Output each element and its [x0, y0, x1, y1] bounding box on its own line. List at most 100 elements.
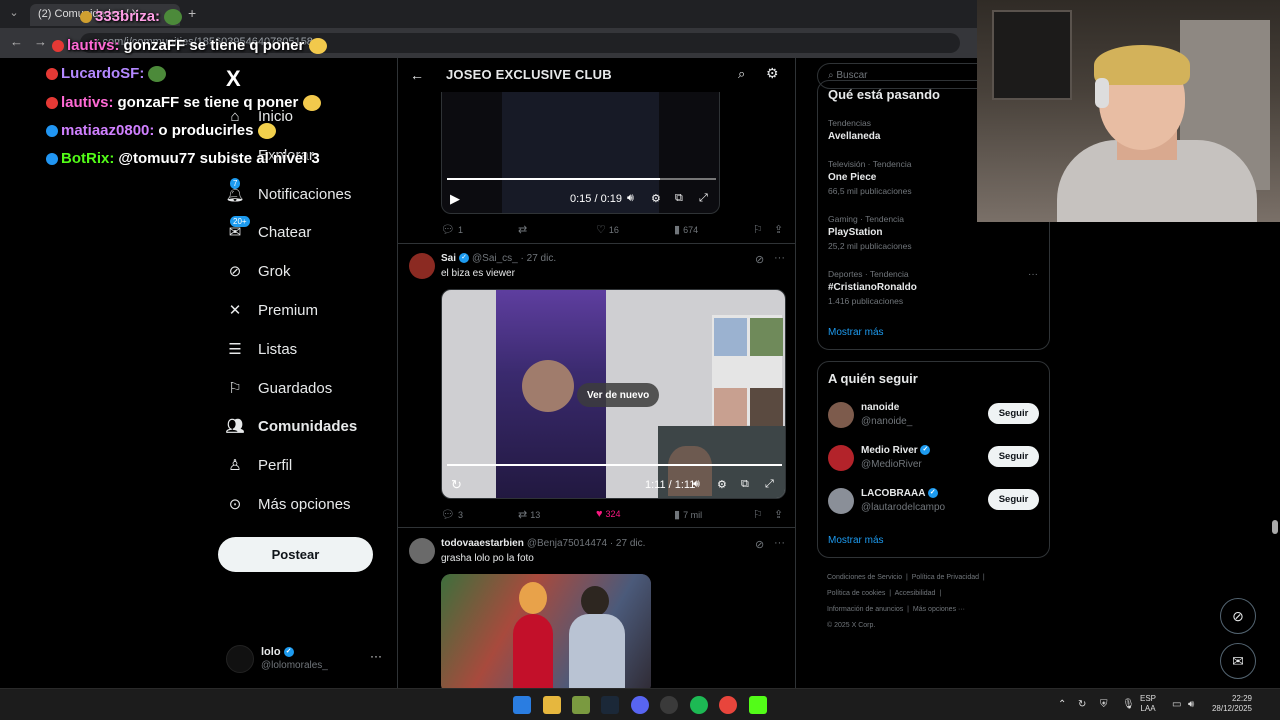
bookmark-button[interactable]: ⚐ — [753, 223, 763, 236]
nav-item-mas-opciones[interactable]: ⊙ Más opciones — [226, 491, 351, 517]
share-button[interactable]: ⇪ — [774, 508, 783, 521]
clock[interactable]: 22:29 28/12/2025 — [1206, 694, 1252, 714]
author-name[interactable]: todovaaestarbien — [441, 538, 524, 549]
grok-float-button[interactable]: ⊘ — [1220, 598, 1256, 634]
follow-button[interactable]: Seguir — [988, 403, 1039, 424]
like-button[interactable]: ♡ 16 — [596, 223, 619, 236]
security-icon[interactable]: ⛨ — [1100, 699, 1108, 710]
author-name[interactable]: Sai — [441, 253, 456, 264]
reply-button[interactable]: 💬︎ 3 — [441, 508, 463, 521]
microphone-icon[interactable]: 🎙︎ — [1122, 699, 1135, 710]
more-icon[interactable]: ··· — [774, 537, 785, 549]
avatar[interactable] — [828, 445, 854, 471]
pip-icon[interactable]: ⧉ — [741, 478, 749, 491]
volume-icon[interactable]: 🔊︎ — [1188, 699, 1194, 710]
fullscreen-icon[interactable]: ⤢ — [765, 478, 774, 491]
start-icon[interactable] — [513, 696, 531, 714]
x-logo[interactable]: X — [226, 66, 241, 92]
nav-item-guardados[interactable]: ⚐ Guardados — [226, 375, 332, 401]
nav-item-notificaciones[interactable]: 🔔︎ 7 Notificaciones — [225, 178, 351, 207]
retweet-button[interactable]: ⇄ 13 — [518, 508, 540, 521]
volume-icon[interactable]: 🔊︎ — [627, 192, 634, 205]
scrollbar-thumb[interactable] — [1272, 520, 1278, 534]
follow-suggestion[interactable]: Medio River ✓ @MedioRiver Seguir — [828, 443, 1040, 473]
more-icon[interactable]: ··· — [370, 649, 382, 663]
video-progress-bar[interactable] — [447, 464, 782, 466]
grok-icon[interactable]: ⊘ — [755, 253, 764, 266]
account-switcher[interactable]: lolo ✓ @lolomorales_ ··· — [218, 641, 388, 677]
messages-float-button[interactable]: ✉ — [1220, 643, 1256, 679]
follow-button[interactable]: Seguir — [988, 489, 1039, 510]
forward-button[interactable]: → — [34, 34, 47, 49]
footer-link[interactable]: Más opciones ··· — [913, 606, 965, 613]
fullscreen-icon[interactable]: ⤢ — [699, 192, 708, 205]
avatar[interactable] — [409, 538, 435, 564]
trend-item[interactable]: Deportes · Tendencia #CristianoRonaldo 1.4… — [828, 269, 1040, 306]
bookmark-button[interactable]: ⚐ — [753, 508, 763, 521]
sync-icon[interactable]: ↻ — [1078, 699, 1086, 710]
follow-suggestion[interactable]: LACOBRAAA ✓ @lautarodelcampo Seguir — [828, 486, 1040, 516]
back-button[interactable]: ← — [10, 34, 23, 49]
avatar[interactable] — [409, 253, 435, 279]
nav-item-comunidades[interactable]: 👥︎ Comunidades — [225, 413, 357, 439]
like-button[interactable]: ♥ 324 — [596, 508, 621, 520]
spotify-icon[interactable] — [690, 696, 708, 714]
more-icon[interactable]: ··· — [774, 252, 785, 264]
avatar[interactable] — [828, 402, 854, 428]
language-indicator[interactable]: ESP LAA — [1140, 694, 1156, 714]
nav-item-perfil[interactable]: ♙ Perfil — [226, 452, 292, 478]
footer-link[interactable]: Información de anuncios — [827, 606, 903, 613]
minecraft-icon[interactable] — [572, 696, 590, 714]
settings-icon[interactable]: ⚙ — [717, 478, 727, 491]
network-icon[interactable]: ▭ — [1172, 699, 1181, 710]
new-tab-button[interactable]: + — [188, 5, 196, 21]
retweet-button[interactable]: ⇄ — [518, 223, 527, 236]
reply-button[interactable]: 💬︎ 1 — [441, 223, 463, 236]
settings-icon[interactable]: ⚙ — [651, 192, 661, 205]
search-icon[interactable]: ⌕ — [738, 66, 745, 82]
chevron-up-icon[interactable]: ⌃ — [1058, 699, 1066, 710]
show-more-link[interactable]: Mostrar más — [828, 327, 884, 338]
grok-icon[interactable]: ⊘ — [755, 538, 764, 551]
video-player[interactable]: ▶ 0:15 / 0:19 🔊︎ ⚙ ⧉ ⤢ — [441, 92, 720, 214]
nav-item-premium[interactable]: ✕ Premium — [226, 297, 318, 323]
footer-links: Condiciones de Servicio | Política de Pr… — [827, 570, 1047, 634]
gear-icon[interactable]: ⚙ — [766, 65, 779, 82]
views-button[interactable]: ▮ 7 mil — [674, 508, 702, 521]
post-button[interactable]: Postear — [218, 537, 373, 572]
more-icon[interactable]: ··· — [1028, 269, 1038, 280]
video-progress-bar[interactable] — [447, 178, 716, 180]
tweet-photo[interactable] — [441, 574, 651, 688]
footer-link[interactable]: Condiciones de Servicio — [827, 574, 902, 581]
back-arrow-icon[interactable]: ← — [410, 67, 424, 83]
footer-link[interactable]: Accesibilidad — [895, 590, 936, 597]
nav-item-listas[interactable]: ☰ Listas — [226, 336, 297, 362]
chrome-icon[interactable] — [719, 696, 737, 714]
obs-icon[interactable] — [660, 696, 678, 714]
tab-list-dropdown-icon[interactable]: ⌄ — [6, 6, 22, 22]
steam-icon[interactable] — [601, 696, 619, 714]
replay-button[interactable]: Ver de nuevo — [577, 383, 660, 407]
nav-item-grok[interactable]: ⊘ Grok — [226, 258, 291, 284]
footer-link[interactable]: Política de cookies — [827, 590, 885, 597]
play-icon[interactable]: ▶ — [450, 191, 460, 207]
follow-button[interactable]: Seguir — [988, 446, 1039, 467]
discord-icon[interactable] — [631, 696, 649, 714]
replay-icon[interactable]: ↻ — [451, 477, 462, 493]
tweet-date[interactable]: · 27 dic. — [610, 538, 646, 549]
share-button[interactable]: ⇪ — [774, 223, 783, 236]
author-handle[interactable]: @Benja75014474 — [527, 538, 607, 549]
file-explorer-icon[interactable] — [543, 696, 561, 714]
video-player[interactable]: Ver de nuevo ↻ 1:11 / 1:11 🔊︎ ⚙ ⧉ ⤢ — [441, 289, 786, 499]
tweet-date[interactable]: · 27 dic. — [521, 253, 557, 264]
nav-item-chatear[interactable]: ✉ 20+ Chatear — [226, 216, 311, 245]
follow-suggestion[interactable]: nanoide @nanoide_ Seguir — [828, 400, 1040, 430]
footer-link[interactable]: Política de Privacidad — [912, 574, 979, 581]
author-handle[interactable]: @Sai_cs_ — [472, 253, 518, 264]
kick-icon[interactable] — [749, 696, 767, 714]
views-button[interactable]: ▮ 674 — [674, 223, 698, 236]
show-more-link[interactable]: Mostrar más — [828, 535, 884, 546]
avatar[interactable] — [828, 488, 854, 514]
volume-icon[interactable]: 🔊︎ — [693, 478, 700, 491]
pip-icon[interactable]: ⧉ — [675, 192, 683, 205]
